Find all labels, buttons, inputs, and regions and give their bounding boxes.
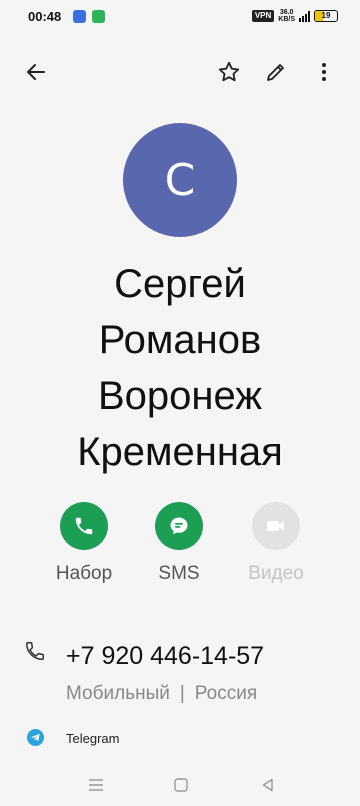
menu-icon bbox=[89, 779, 103, 791]
nav-back-button[interactable] bbox=[256, 774, 280, 796]
pencil-icon bbox=[267, 64, 284, 81]
contact-name-line: Кременная bbox=[77, 430, 283, 474]
system-nav-bar bbox=[0, 770, 360, 800]
status-right: VPN 36.0 KB/S 19 bbox=[251, 9, 338, 23]
net-speed: 36.0 KB/S bbox=[278, 9, 295, 23]
contact-name-line: Романов bbox=[98, 318, 262, 362]
net-speed-unit: KB/S bbox=[278, 16, 295, 23]
phone-icon bbox=[75, 517, 93, 535]
telegram-label: Telegram bbox=[66, 731, 120, 746]
call-action[interactable]: Набор bbox=[44, 502, 124, 585]
avatar-initial: С bbox=[164, 154, 196, 206]
top-app-bar bbox=[0, 52, 360, 92]
call-label: Набор bbox=[55, 563, 113, 584]
home-square-icon bbox=[174, 778, 188, 792]
contact-name: Сергей Романов Воронеж Кременная bbox=[20, 256, 340, 480]
telegram-icon bbox=[27, 729, 44, 746]
back-triangle-icon bbox=[262, 778, 273, 792]
back-button[interactable] bbox=[18, 54, 54, 90]
video-camera-icon bbox=[267, 521, 284, 531]
app-notification-icon bbox=[73, 9, 87, 23]
video-label: Видео bbox=[248, 563, 304, 584]
edit-button[interactable] bbox=[258, 54, 294, 90]
shield-notification-icon bbox=[92, 9, 106, 23]
signal-icon bbox=[299, 10, 310, 22]
phone-meta-separator: | bbox=[179, 683, 185, 704]
message-icon bbox=[170, 517, 188, 535]
call-button[interactable] bbox=[60, 502, 108, 550]
battery-icon: 19 bbox=[314, 10, 338, 22]
notification-icons bbox=[73, 9, 106, 23]
sms-label: SMS bbox=[158, 563, 200, 584]
arrow-left-icon bbox=[27, 64, 45, 80]
net-speed-value: 36.0 bbox=[279, 9, 294, 16]
sms-action[interactable]: SMS bbox=[139, 502, 219, 585]
video-button[interactable] bbox=[252, 502, 300, 550]
phone-region: Россия bbox=[194, 683, 258, 704]
phone-outline-icon bbox=[24, 640, 46, 667]
phone-type: Мобильный bbox=[66, 683, 170, 704]
phone-number[interactable]: +7 920 446-14-57 bbox=[66, 642, 264, 671]
nav-home-button[interactable] bbox=[169, 774, 193, 796]
sms-button[interactable] bbox=[155, 502, 203, 550]
more-vertical-icon bbox=[322, 63, 326, 81]
favorite-button[interactable] bbox=[211, 54, 247, 90]
contact-actions: Набор SMS Видео bbox=[0, 502, 360, 592]
nav-menu-button[interactable] bbox=[84, 774, 108, 796]
star-outline-icon bbox=[218, 61, 240, 82]
contact-name-line: Воронеж bbox=[97, 374, 263, 418]
status-bar: 00:48 VPN 36.0 KB/S 19 bbox=[0, 0, 360, 32]
contact-name-line: Сергей bbox=[114, 262, 246, 306]
contact-avatar: С bbox=[123, 123, 237, 237]
telegram-entry[interactable]: Telegram bbox=[0, 728, 360, 750]
status-time: 00:48 bbox=[28, 8, 62, 24]
video-action[interactable]: Видео bbox=[236, 502, 316, 585]
battery-level: 19 bbox=[321, 11, 331, 20]
vpn-badge: VPN bbox=[251, 10, 275, 22]
more-options-button[interactable] bbox=[306, 54, 342, 90]
phone-meta: Мобильный | Россия bbox=[66, 683, 257, 705]
